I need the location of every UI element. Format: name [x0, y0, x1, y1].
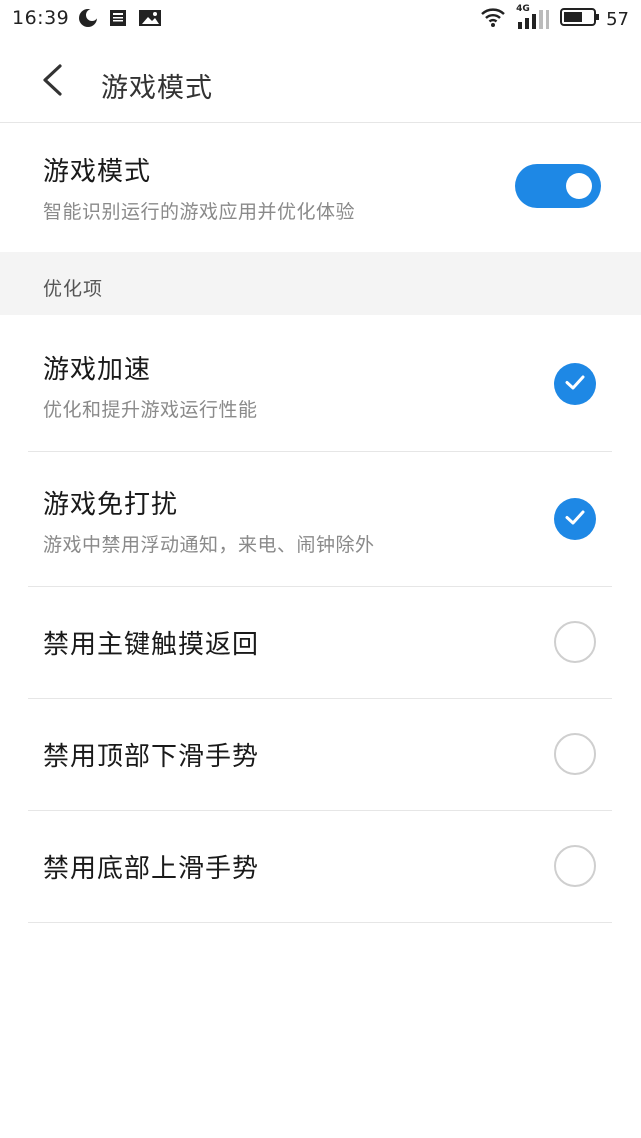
checkbox-unchecked[interactable] [554, 845, 596, 887]
option-disable-top-swipe[interactable]: 禁用顶部下滑手势 [0, 699, 641, 810]
notification-icons [78, 8, 162, 32]
news-icon [108, 8, 128, 32]
battery-level: 57 [606, 8, 629, 30]
image-message-icon [138, 8, 162, 32]
divider [28, 922, 612, 923]
wifi-icon [480, 6, 506, 32]
option-subtitle: 游戏中禁用浮动通知，来电、闹钟除外 [43, 534, 375, 556]
check-icon [563, 505, 587, 533]
battery-icon [560, 7, 600, 31]
game-mode-row[interactable]: 游戏模式 智能识别运行的游戏应用并优化体验 [0, 123, 641, 251]
checkbox-unchecked[interactable] [554, 621, 596, 663]
option-game-acceleration[interactable]: 游戏加速 优化和提升游戏运行性能 [0, 316, 641, 451]
back-button[interactable] [30, 60, 74, 104]
check-icon [563, 370, 587, 398]
game-mode-toggle[interactable] [515, 164, 601, 208]
system-icons: 4G 57 [480, 4, 629, 32]
moon-icon [78, 8, 98, 32]
option-disable-bottom-swipe[interactable]: 禁用底部上滑手势 [0, 811, 641, 922]
page-title: 游戏模式 [101, 73, 213, 104]
option-title: 游戏加速 [43, 355, 152, 385]
checkbox-checked[interactable] [554, 498, 596, 540]
status-time: 16:39 [12, 7, 70, 29]
option-title: 禁用顶部下滑手势 [43, 742, 260, 772]
option-title: 游戏免打扰 [43, 490, 179, 520]
option-do-not-disturb[interactable]: 游戏免打扰 游戏中禁用浮动通知，来电、闹钟除外 [0, 452, 641, 586]
checkbox-checked[interactable] [554, 363, 596, 405]
toggle-knob [566, 173, 592, 199]
network-type-label: 4G [516, 4, 530, 14]
status-bar: 16:39 4G 57 [0, 0, 641, 40]
game-mode-title: 游戏模式 [43, 157, 152, 187]
game-mode-subtitle: 智能识别运行的游戏应用并优化体验 [43, 201, 356, 223]
option-subtitle: 优化和提升游戏运行性能 [43, 399, 258, 421]
chevron-left-icon [40, 63, 64, 101]
option-title: 禁用主键触摸返回 [43, 630, 260, 660]
option-title: 禁用底部上滑手势 [43, 854, 260, 884]
section-header-label: 优化项 [43, 278, 104, 300]
cellular-signal-icon: 4G [516, 4, 550, 30]
option-disable-home-key[interactable]: 禁用主键触摸返回 [0, 587, 641, 698]
checkbox-unchecked[interactable] [554, 733, 596, 775]
section-header: 优化项 [0, 252, 641, 315]
app-bar: 游戏模式 [0, 44, 641, 123]
